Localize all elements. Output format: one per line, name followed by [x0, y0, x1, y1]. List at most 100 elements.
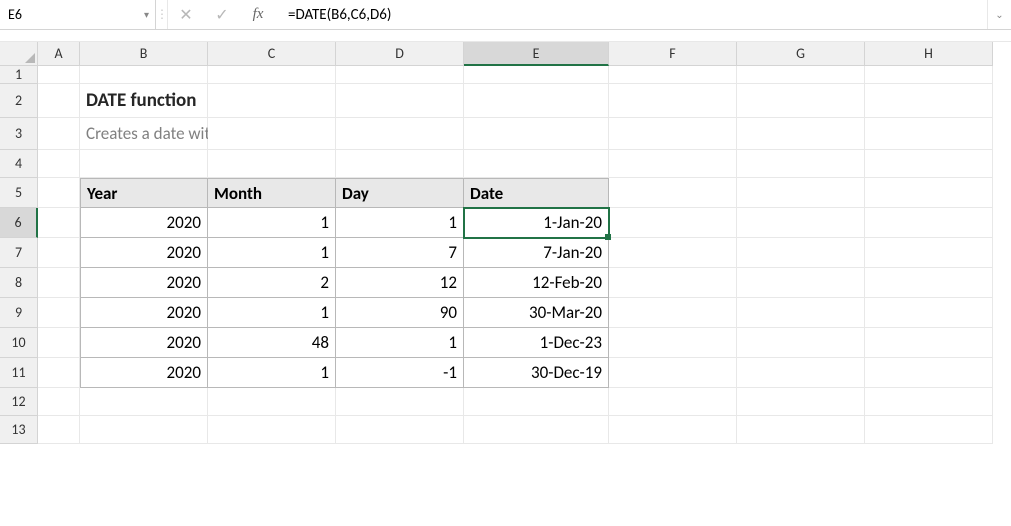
cell-D6[interactable]: 1: [336, 208, 464, 238]
cell-H4[interactable]: [865, 150, 993, 178]
cell-A5[interactable]: [38, 178, 80, 208]
cell-E3[interactable]: [464, 118, 609, 150]
cell-G8[interactable]: [737, 268, 865, 298]
column-header-F[interactable]: F: [609, 42, 737, 66]
cell-D8[interactable]: 12: [336, 268, 464, 298]
cell-B11[interactable]: 2020: [80, 358, 208, 388]
cell-B3[interactable]: Creates a date with year, month, and day: [80, 118, 208, 150]
cell-E1[interactable]: [464, 66, 609, 84]
cell-F7[interactable]: [609, 238, 737, 268]
cell-F11[interactable]: [609, 358, 737, 388]
cell-B8[interactable]: 2020: [80, 268, 208, 298]
cell-G10[interactable]: [737, 328, 865, 358]
insert-function-button[interactable]: fx: [240, 0, 276, 29]
cell-C4[interactable]: [208, 150, 336, 178]
cell-D5[interactable]: Day: [336, 178, 464, 208]
column-header-B[interactable]: B: [80, 42, 208, 66]
cell-G5[interactable]: [737, 178, 865, 208]
cell-B1[interactable]: [80, 66, 208, 84]
cell-D1[interactable]: [336, 66, 464, 84]
cell-D9[interactable]: 90: [336, 298, 464, 328]
row-header-12[interactable]: 12: [0, 388, 38, 416]
cell-A10[interactable]: [38, 328, 80, 358]
cancel-button[interactable]: ✕: [168, 0, 204, 29]
row-header-9[interactable]: 9: [0, 298, 38, 328]
enter-button[interactable]: ✓: [204, 0, 240, 29]
cell-A3[interactable]: [38, 118, 80, 150]
cell-C13[interactable]: [208, 416, 336, 444]
cell-F12[interactable]: [609, 388, 737, 416]
cell-F5[interactable]: [609, 178, 737, 208]
cell-D11[interactable]: -1: [336, 358, 464, 388]
cell-H6[interactable]: [865, 208, 993, 238]
cell-A13[interactable]: [38, 416, 80, 444]
cell-B10[interactable]: 2020: [80, 328, 208, 358]
cell-C10[interactable]: 48: [208, 328, 336, 358]
cell-G6[interactable]: [737, 208, 865, 238]
cell-F3[interactable]: [609, 118, 737, 150]
cell-A9[interactable]: [38, 298, 80, 328]
cell-D10[interactable]: 1: [336, 328, 464, 358]
row-header-2[interactable]: 2: [0, 84, 38, 118]
cell-C5[interactable]: Month: [208, 178, 336, 208]
column-header-A[interactable]: A: [38, 42, 80, 66]
column-header-D[interactable]: D: [336, 42, 464, 66]
cell-H11[interactable]: [865, 358, 993, 388]
column-header-H[interactable]: H: [865, 42, 993, 66]
cell-E10[interactable]: 1-Dec-23: [464, 328, 609, 358]
cell-F1[interactable]: [609, 66, 737, 84]
row-header-4[interactable]: 4: [0, 150, 38, 178]
cell-G1[interactable]: [737, 66, 865, 84]
cell-A12[interactable]: [38, 388, 80, 416]
cell-A11[interactable]: [38, 358, 80, 388]
cell-G11[interactable]: [737, 358, 865, 388]
cell-A6[interactable]: [38, 208, 80, 238]
cell-G12[interactable]: [737, 388, 865, 416]
cell-H10[interactable]: [865, 328, 993, 358]
cell-C9[interactable]: 1: [208, 298, 336, 328]
cell-E12[interactable]: [464, 388, 609, 416]
cell-D13[interactable]: [336, 416, 464, 444]
cell-F13[interactable]: [609, 416, 737, 444]
select-all-button[interactable]: [0, 42, 38, 66]
cell-H7[interactable]: [865, 238, 993, 268]
cell-H9[interactable]: [865, 298, 993, 328]
cell-H3[interactable]: [865, 118, 993, 150]
cell-C3[interactable]: [208, 118, 336, 150]
cell-B4[interactable]: [80, 150, 208, 178]
cell-E4[interactable]: [464, 150, 609, 178]
cell-E2[interactable]: [464, 84, 609, 118]
cell-G7[interactable]: [737, 238, 865, 268]
cell-C8[interactable]: 2: [208, 268, 336, 298]
cell-B12[interactable]: [80, 388, 208, 416]
cell-H1[interactable]: [865, 66, 993, 84]
cell-A1[interactable]: [38, 66, 80, 84]
cell-E9[interactable]: 30-Mar-20: [464, 298, 609, 328]
cell-B2[interactable]: DATE function: [80, 84, 208, 118]
cell-G3[interactable]: [737, 118, 865, 150]
row-header-13[interactable]: 13: [0, 416, 38, 444]
cell-E7[interactable]: 7-Jan-20: [464, 238, 609, 268]
cell-D12[interactable]: [336, 388, 464, 416]
cell-C12[interactable]: [208, 388, 336, 416]
cell-G4[interactable]: [737, 150, 865, 178]
cell-H5[interactable]: [865, 178, 993, 208]
cell-H13[interactable]: [865, 416, 993, 444]
row-header-8[interactable]: 8: [0, 268, 38, 298]
cell-E11[interactable]: 30-Dec-19: [464, 358, 609, 388]
row-header-1[interactable]: 1: [0, 66, 38, 84]
row-header-5[interactable]: 5: [0, 178, 38, 208]
row-header-6[interactable]: 6: [0, 208, 38, 238]
cell-C11[interactable]: 1: [208, 358, 336, 388]
row-header-3[interactable]: 3: [0, 118, 38, 150]
cell-F6[interactable]: [609, 208, 737, 238]
name-box-dropdown-icon[interactable]: ▾: [144, 8, 149, 21]
cell-E8[interactable]: 12-Feb-20: [464, 268, 609, 298]
column-header-E[interactable]: E: [464, 42, 609, 66]
cell-E6[interactable]: 1-Jan-20: [464, 208, 609, 238]
cell-E5[interactable]: Date: [464, 178, 609, 208]
cell-A2[interactable]: [38, 84, 80, 118]
cell-B6[interactable]: 2020: [80, 208, 208, 238]
cell-D2[interactable]: [336, 84, 464, 118]
cell-C7[interactable]: 1: [208, 238, 336, 268]
